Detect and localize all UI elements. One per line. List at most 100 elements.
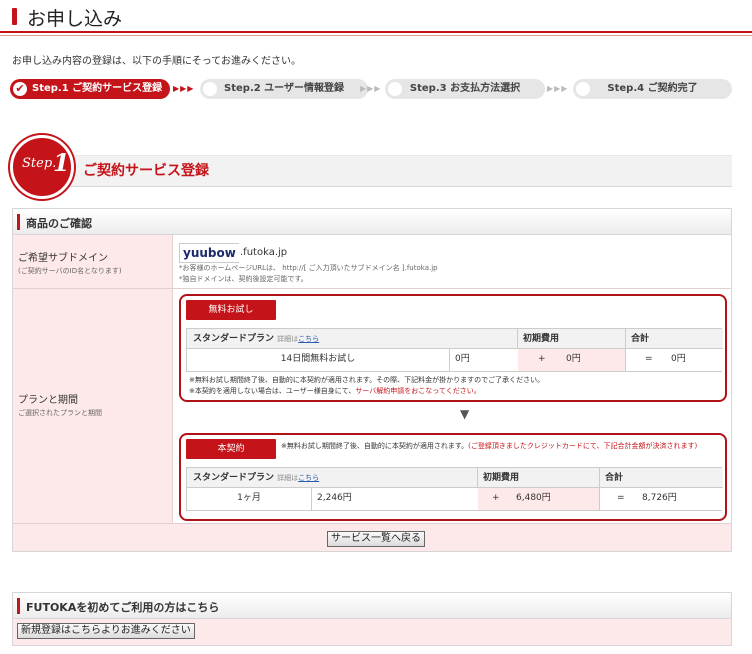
main-note: ※無料お試し期間終了後、自動的に本契約が適用されます。(ご登録頂きましたクレジッ… [281,441,721,451]
domain-note-1: *お客様のホームページURLは、 http://[ ご入力頂いたサブドメイン名 … [179,264,438,272]
divider [517,329,518,348]
step-arrows-icon: ▶▶▶ [173,84,195,93]
trial-note-2b: サーバ解約申請をおこなってください。 [355,387,481,395]
main-initial-header: 初期費用 [483,473,520,483]
main-total-header: 合計 [605,473,624,483]
back-to-services-button[interactable]: サービス一覧へ戻る [327,531,425,547]
trial-price: 0円 [455,354,470,364]
domain-label: ご希望サブドメイン [18,253,108,264]
page-header: お申し込み [0,0,752,40]
step-3: Step.3 お支払方法選択 [385,79,545,99]
subdomain-value: yuubow [179,243,239,263]
divider [625,349,626,371]
main-total: 8,726円 [642,493,677,503]
plan-label: プランと期間 [18,395,78,406]
step-2: Step.2 ユーザー情報登録 [200,79,368,99]
divider [477,468,478,487]
domain-sublabel: (ご契約サーバのID名となります) [18,267,122,275]
equals-sign: = [645,354,653,364]
domain-note-2: *独自ドメインは、契約後設定可能です。 [179,275,308,283]
trial-plan-name: スタンダードプラン [193,334,275,344]
main-detail-link[interactable]: こちら [298,474,319,482]
step-badge-text: Step. [22,156,57,171]
step-dot-icon [576,82,590,96]
divider [599,468,600,487]
step-2-label: Step.2 ユーザー情報登録 [224,83,344,94]
check-icon: ✔ [13,82,27,96]
plus-sign: + [538,354,546,364]
trial-period: 14日間無料お試し [280,354,356,364]
trial-note-2a: ※本契約を適用しない場合は、ユーザー様自身にて、 [189,387,356,395]
first-time-title: FUTOKAを初めてご利用の方はこちら [26,601,220,614]
domain-suffix: .futoka.jp [240,247,288,258]
plan-label-cell: プランと期間 ご選択されたプランと期間 [13,289,173,523]
main-price: 2,246円 [317,493,352,503]
main-table-row: 1ヶ月 2,246円 + 6,480円 = 8,726円 [187,488,723,510]
step-dot-icon [203,82,217,96]
divider [625,329,626,348]
equals-sign: = [617,493,625,503]
step-heading-block: Step. 1 ご契約サービス登録 [10,135,732,199]
step-4: Step.4 ご契約完了 [573,79,732,99]
header-rule [0,31,752,33]
main-note-a: ※無料お試し期間終了後、自動的に本契約が適用されます。 [281,442,469,450]
step-1: ✔ Step.1 ご契約サービス登録 [10,79,170,99]
first-time-row: 新規登録はこちらよりお進みください [13,619,731,645]
plus-sign: + [492,493,500,503]
main-note-b: (ご登録頂きましたクレジットカードにて、下記合計金額が決済されます) [468,442,698,450]
trial-badge: 無料お試し [186,300,276,320]
plan-sublabel: ご選択されたプランと期間 [18,409,102,417]
header-accent-bar [12,8,17,25]
trial-initial-cell: + 0円 [518,349,625,371]
step-4-label: Step.4 ご契約完了 [607,83,698,94]
step-heading: ご契約サービス登録 [83,163,209,179]
intro-text: お申し込み内容の登録は、以下の手順にそってお進みください。 [12,56,301,67]
step-1-label: Step.1 ご契約サービス登録 [32,83,163,94]
step-3-label: Step.3 お支払方法選択 [409,83,521,94]
divider [599,488,600,510]
step-arrows-icon: ▶▶▶ [547,84,569,93]
trial-detail-prefix: 詳細は [277,335,299,343]
page-title: お申し込み [27,8,123,30]
step-dot-icon [388,82,402,96]
main-plan-box: 本契約 ※無料お試し期間終了後、自動的に本契約が適用されます。(ご登録頂きました… [179,433,727,521]
main-detail-prefix: 詳細は [277,474,299,482]
plan-row: プランと期間 ご選択されたプランと期間 無料お試し スタンダードプラン 詳細はこ… [13,289,731,523]
first-time-section-title: FUTOKAを初めてご利用の方はこちら [13,593,731,619]
step-badge: Step. 1 [10,135,74,199]
trial-table-row: 14日間無料お試し 0円 + 0円 = 0円 [187,349,723,371]
trial-initial: 0円 [566,354,581,364]
domain-row: ご希望サブドメイン (ご契約サーバのID名となります) yuubow .futo… [13,235,731,289]
main-table-header: スタンダードプラン 詳細はこちら 初期費用 合計 [187,468,723,488]
step-badge-number: 1 [53,148,70,177]
main-badge: 本契約 [186,439,276,459]
main-plan-table: スタンダードプラン 詳細はこちら 初期費用 合計 1ヶ月 2,246円 + 6,… [186,467,723,511]
main-plan-header: スタンダードプラン 詳細はこちら [193,468,319,487]
divider [311,488,312,510]
header-rule-thin [0,35,752,36]
section-accent-bar [17,598,20,614]
divider [449,349,450,371]
product-section: 商品のご確認 ご希望サブドメイン (ご契約サーバのID名となります) yuubo… [12,208,732,552]
trial-total: 0円 [671,354,686,364]
trial-initial-header: 初期費用 [523,334,560,344]
section-accent-bar [17,214,20,230]
first-time-section: FUTOKAを初めてご利用の方はこちら 新規登録はこちらよりお進みください [12,592,732,646]
main-period: 1ヶ月 [237,493,261,503]
product-title: 商品のご確認 [26,217,92,230]
main-initial-cell: + 6,480円 [478,488,599,510]
down-arrow-icon: ▼ [460,407,470,421]
step-progress: ✔ Step.1 ご契約サービス登録 ▶▶▶ Step.2 ユーザー情報登録 ▶… [10,79,732,101]
trial-plan-table: スタンダードプラン 詳細はこちら 初期費用 合計 14日間無料お試し 0円 + … [186,328,723,372]
trial-plan-box: 無料お試し スタンダードプラン 詳細はこちら 初期費用 合計 14日間無料お試し… [179,294,727,402]
main-plan-name: スタンダードプラン [193,473,275,483]
trial-detail-link[interactable]: こちら [298,335,319,343]
trial-total-header: 合計 [631,334,650,344]
back-button-row: サービス一覧へ戻る [13,523,731,551]
trial-note-2: ※本契約を適用しない場合は、ユーザー様自身にて、サーバ解約申請をおこなってくださ… [189,386,481,396]
step-arrows-icon: ▶▶▶ [360,84,382,93]
trial-note-1: ※無料お試し期間終了後、自動的に本契約が適用されます。その際、下記料金が掛かりま… [189,376,545,384]
new-registration-button[interactable]: 新規登録はこちらよりお進みください [17,623,195,639]
trial-plan-header: スタンダードプラン 詳細はこちら [193,329,319,348]
product-section-title: 商品のご確認 [13,209,731,235]
